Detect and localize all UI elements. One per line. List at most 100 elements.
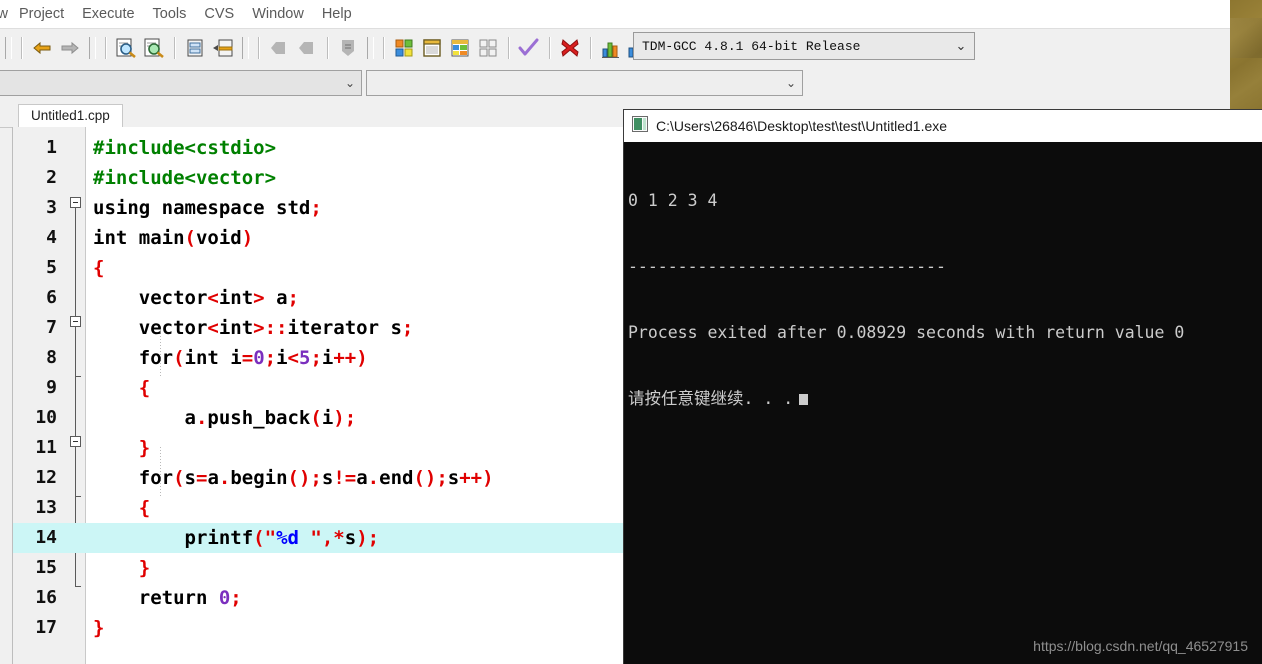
- compile-icon[interactable]: [390, 34, 418, 62]
- syntax-check-icon[interactable]: [515, 34, 543, 62]
- token: 0: [253, 347, 265, 369]
- token: *: [333, 527, 345, 549]
- code-text-16: return 0;: [93, 583, 242, 613]
- code-line-2[interactable]: 2 #include<vector>: [13, 163, 625, 193]
- code-text-13: {: [93, 493, 150, 523]
- console-title-bar[interactable]: C:\Users\26846\Desktop\test\test\Untitle…: [624, 110, 1262, 142]
- token: i: [321, 407, 334, 429]
- token: >::: [253, 317, 288, 339]
- menu-window[interactable]: Window: [243, 4, 313, 24]
- token: void: [195, 227, 242, 249]
- console-window[interactable]: C:\Users\26846\Desktop\test\test\Untitle…: [624, 110, 1262, 664]
- code-line-7[interactable]: 7 vector<int>::iterator s;: [13, 313, 625, 343]
- desktop-wallpaper: [1230, 0, 1262, 110]
- code-text-4: int main(void): [93, 223, 253, 253]
- token: int: [218, 317, 254, 339]
- menu-project[interactable]: Project: [10, 4, 73, 24]
- code-line-5[interactable]: 5{: [13, 253, 625, 283]
- token: <: [287, 347, 299, 369]
- line-number-17: 17: [35, 617, 57, 638]
- token: (: [184, 227, 196, 249]
- code-text-2: #include<vector>: [93, 163, 276, 193]
- tab-untitled1-cpp[interactable]: Untitled1.cpp: [18, 104, 123, 127]
- token: (: [310, 407, 322, 429]
- wallpaper-fold: [1230, 18, 1262, 58]
- console-line-1: --------------------------------: [628, 257, 946, 276]
- scope-combo[interactable]: ) ⌄: [0, 70, 362, 96]
- member-combo[interactable]: ⌄: [366, 70, 803, 96]
- menu-view-clipped[interactable]: w: [0, 4, 10, 24]
- goto-line-icon[interactable]: [181, 34, 209, 62]
- token: i: [276, 347, 288, 369]
- code-line-14[interactable]: 14 printf("%d ",*s);: [13, 523, 625, 553]
- stop-execution-icon[interactable]: [556, 34, 584, 62]
- toolbar-grip-2[interactable]: [89, 36, 96, 59]
- code-text-12: for(s=a.begin();s!=a.end();s++): [93, 463, 494, 493]
- forward-icon[interactable]: [293, 34, 321, 62]
- token: =: [241, 347, 254, 369]
- toolbar-grip-1[interactable]: [5, 36, 12, 59]
- code-line-6[interactable]: 6 vector<int> a;: [13, 283, 625, 313]
- find-icon[interactable]: [112, 34, 140, 62]
- code-line-1[interactable]: 1 #include<cstdio>: [13, 133, 625, 163]
- chevron-down-icon[interactable]: ⌄: [948, 38, 974, 54]
- token: .: [218, 467, 231, 489]
- code-line-11[interactable]: 11 }: [13, 433, 625, 463]
- rebuild-icon[interactable]: [474, 34, 502, 62]
- chevron-down-icon[interactable]: ⌄: [339, 76, 361, 90]
- toolbar-grip-4[interactable]: [367, 36, 374, 59]
- replace-icon[interactable]: [140, 34, 168, 62]
- token: for: [93, 467, 174, 489]
- line-number-1: 1: [46, 137, 57, 158]
- token: <: [207, 317, 219, 339]
- token: 5: [299, 347, 311, 369]
- code-line-4[interactable]: 4 int main(void): [13, 223, 625, 253]
- code-line-10[interactable]: 10 a.push_back(i);: [13, 403, 625, 433]
- token: ;: [230, 587, 242, 609]
- menu-cvs[interactable]: CVS: [195, 4, 243, 24]
- toolbar-separator-9: [590, 36, 591, 59]
- toolbar-grip-3[interactable]: [242, 36, 249, 59]
- menu-execute[interactable]: Execute: [73, 4, 143, 24]
- compiler-set-combo[interactable]: TDM-GCC 4.8.1 64-bit Release ⌄: [633, 32, 975, 60]
- token: ++): [459, 467, 494, 489]
- toolbar-separator-8: [549, 36, 550, 59]
- menu-tools[interactable]: Tools: [144, 4, 196, 24]
- code-line-12[interactable]: 12 for(s=a.begin();s!=a.end();s++): [13, 463, 625, 493]
- back-icon[interactable]: [265, 34, 293, 62]
- token: );: [356, 527, 380, 549]
- token: ": [310, 527, 322, 549]
- token: ;: [287, 287, 299, 309]
- line-number-5: 5: [46, 257, 57, 278]
- token: a: [93, 407, 196, 429]
- token: i: [321, 347, 334, 369]
- code-line-13[interactable]: 13 {: [13, 493, 625, 523]
- code-line-17[interactable]: 17}: [13, 613, 625, 643]
- token: ;: [401, 317, 414, 339]
- code-line-15[interactable]: 15 }: [13, 553, 625, 583]
- profile-icon[interactable]: [597, 34, 625, 62]
- undo-icon[interactable]: [28, 34, 56, 62]
- line-number-15: 15: [35, 557, 57, 578]
- redo-icon[interactable]: [56, 34, 84, 62]
- code-line-8[interactable]: 8 for(int i=0;i<5;i++): [13, 343, 625, 373]
- token: ": [264, 527, 277, 549]
- code-line-3[interactable]: 3 using namespace std;: [13, 193, 625, 223]
- line-number-3: 3: [46, 197, 57, 218]
- token: #include<cstdio>: [93, 137, 277, 159]
- chevron-down-icon[interactable]: ⌄: [780, 76, 802, 90]
- compile-run-icon[interactable]: [446, 34, 474, 62]
- token: >: [253, 287, 265, 309]
- menu-help[interactable]: Help: [313, 4, 361, 24]
- code-line-16[interactable]: 16 return 0;: [13, 583, 625, 613]
- code-editor[interactable]: 1 #include<cstdio> 2 #include<vector> 3 using…: [12, 127, 625, 664]
- toggle-panel-icon[interactable]: [334, 34, 362, 62]
- indent-icon[interactable]: [209, 34, 237, 62]
- run-icon[interactable]: [418, 34, 446, 62]
- token: (: [173, 347, 185, 369]
- token: ++): [333, 347, 368, 369]
- code-line-9[interactable]: 9 {: [13, 373, 625, 403]
- token: a: [356, 467, 368, 489]
- token: int: [218, 287, 254, 309]
- line-number-16: 16: [35, 587, 57, 608]
